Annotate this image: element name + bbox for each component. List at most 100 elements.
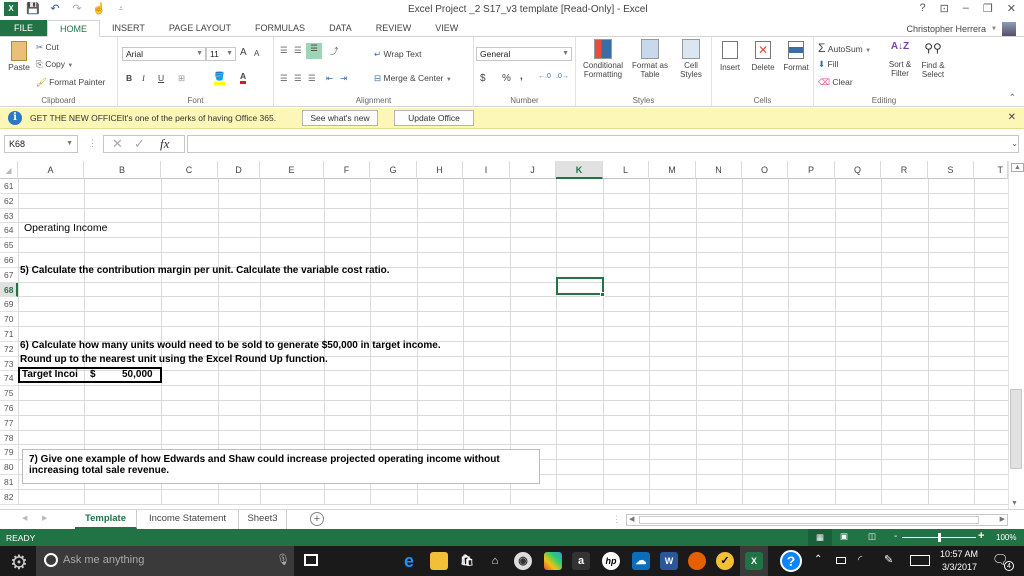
normal-view-button[interactable]: ▦ xyxy=(808,529,832,546)
number-format-select[interactable]: General ▼ xyxy=(476,47,572,61)
column-header-l[interactable]: L xyxy=(603,161,649,179)
row-header-62[interactable]: 62 xyxy=(0,194,18,209)
tab-review[interactable]: REVIEW xyxy=(364,20,424,36)
increase-indent-button[interactable]: ⇥ xyxy=(340,73,347,84)
close-icon[interactable]: ✕ xyxy=(1007,2,1016,15)
insert-cells-button[interactable]: Insert xyxy=(714,41,746,72)
expand-formula-bar-icon[interactable]: ⌄ xyxy=(1011,139,1018,148)
format-painter-button[interactable]: 🖌 Format Painter xyxy=(36,77,105,88)
percent-button[interactable]: % xyxy=(502,73,511,84)
restore-icon[interactable]: ❐ xyxy=(983,2,993,15)
microphone-icon[interactable]: 🎙 xyxy=(276,553,290,566)
scroll-sheets-left-icon[interactable]: ◀ xyxy=(22,514,27,522)
worksheet-grid[interactable]: 61 62 63 64 65 66 67 68 69 70 71 72 73 74 75 76 77 78 79 80… xyxy=(0,179,1008,505)
scroll-up-icon[interactable]: ▲ xyxy=(1011,163,1024,172)
decrease-indent-button[interactable]: ⇤ xyxy=(326,73,333,84)
cancel-icon[interactable]: ✕ xyxy=(112,136,123,152)
tab-splitter[interactable]: ⋮ xyxy=(612,514,621,525)
bold-button[interactable]: B xyxy=(126,73,132,83)
merge-center-button[interactable]: ⊟ Merge & Center ▼ xyxy=(374,73,452,84)
avatar[interactable] xyxy=(1002,21,1016,36)
zoom-slider-thumb[interactable] xyxy=(938,533,941,542)
touch-mode-icon[interactable]: ☝ xyxy=(92,2,106,16)
column-header-d[interactable]: D xyxy=(218,161,260,179)
align-center-button[interactable]: ☰ xyxy=(294,73,302,84)
currency-button[interactable]: $ xyxy=(480,73,486,84)
keyboard-icon[interactable] xyxy=(910,555,930,566)
column-header-m[interactable]: M xyxy=(649,161,696,179)
row-header-73[interactable]: 73 xyxy=(0,357,18,372)
tab-home[interactable]: HOME xyxy=(47,20,101,37)
tab-formulas[interactable]: FORMULAS xyxy=(243,20,317,36)
clock-time[interactable]: 10:57 AM xyxy=(940,549,978,559)
scroll-right-icon[interactable]: ▶ xyxy=(1000,515,1005,523)
settings-gear-icon[interactable]: ⚙ xyxy=(10,550,28,575)
undo-icon[interactable]: ↶ xyxy=(48,2,62,16)
conditional-formatting-button[interactable]: Conditional Formatting xyxy=(580,39,626,79)
scroll-left-icon[interactable]: ◀ xyxy=(629,515,634,523)
row-header-61[interactable]: 61 xyxy=(0,179,18,194)
clear-button[interactable]: ⌫ Clear xyxy=(818,77,853,88)
row-header-79[interactable]: 79 xyxy=(0,445,18,461)
minimize-icon[interactable]: – xyxy=(963,2,969,15)
sheet-tab-sheet3[interactable]: Sheet3 xyxy=(239,510,287,529)
autosum-button[interactable]: Σ AutoSum ▼ xyxy=(818,41,871,55)
scroll-down-icon[interactable]: ▼ xyxy=(1011,500,1018,507)
tab-file[interactable]: FILE xyxy=(0,20,48,36)
close-icon[interactable]: ✕ xyxy=(1008,112,1016,123)
delete-cells-button[interactable]: ✕ Delete xyxy=(746,41,780,72)
selected-cell-k68[interactable] xyxy=(556,277,604,295)
row-header-66[interactable]: 66 xyxy=(0,253,18,268)
show-hidden-icons[interactable]: ⌃ xyxy=(814,554,822,565)
format-as-table-button[interactable]: Format as Table xyxy=(630,39,670,79)
tab-view[interactable]: VIEW xyxy=(423,20,470,36)
norton-icon[interactable]: ✓ xyxy=(716,552,734,570)
help-app-icon[interactable]: ? xyxy=(780,550,802,572)
cell-styles-button[interactable]: Cell Styles xyxy=(674,39,708,79)
wifi-icon[interactable]: ◜ xyxy=(858,553,862,566)
column-header-n[interactable]: N xyxy=(696,161,742,179)
pen-icon[interactable]: ✎ xyxy=(884,553,893,566)
row-header-71[interactable]: 71 xyxy=(0,327,18,342)
store-icon[interactable]: 🛍 xyxy=(458,552,476,570)
customize-qat-icon[interactable]: ⩡ xyxy=(114,2,128,16)
tab-page-layout[interactable]: PAGE LAYOUT xyxy=(157,20,243,36)
align-right-button[interactable]: ☰ xyxy=(308,73,316,84)
borders-button[interactable]: ⊞ xyxy=(178,73,185,84)
italic-button[interactable]: I xyxy=(142,73,145,83)
cell-a67[interactable]: 5) Calculate the contribution margin per… xyxy=(20,265,390,276)
edge-browser-icon[interactable]: e xyxy=(400,552,418,570)
photo-app-icon[interactable] xyxy=(544,552,562,570)
word-icon[interactable]: W xyxy=(660,552,678,570)
cortana-search[interactable]: Ask me anything 🎙 xyxy=(36,546,294,576)
align-top-button[interactable]: ☰ xyxy=(280,45,288,56)
column-header-c[interactable]: C xyxy=(161,161,218,179)
column-header-k[interactable]: K xyxy=(556,161,603,179)
row-header-82[interactable]: 82 xyxy=(0,490,18,505)
formula-input[interactable] xyxy=(187,135,1019,153)
copy-button[interactable]: ⎘ Copy ▼ xyxy=(36,59,73,70)
row-header-64[interactable]: 64 xyxy=(0,223,18,239)
decrease-decimal-button[interactable]: .0→ xyxy=(556,73,569,80)
home-icon[interactable]: ⌂ xyxy=(486,552,504,570)
row-header-77[interactable]: 77 xyxy=(0,416,18,431)
cell-a72[interactable]: 6) Calculate how many units would need t… xyxy=(20,340,441,351)
font-color-button[interactable]: A xyxy=(240,71,247,84)
column-header-r[interactable]: R xyxy=(881,161,928,179)
font-name-select[interactable]: Arial ▼ xyxy=(122,47,206,61)
horizontal-scroll-thumb[interactable] xyxy=(639,516,979,524)
paste-button[interactable]: Paste xyxy=(6,41,32,83)
align-middle-button[interactable]: ☰ xyxy=(294,45,302,56)
page-layout-view-button[interactable]: ▣ xyxy=(840,531,848,542)
tab-insert[interactable]: INSERT xyxy=(100,20,157,36)
horizontal-scrollbar[interactable]: ◀ ▶ xyxy=(626,514,1008,526)
cell-a73[interactable]: Round up to the nearest unit using the E… xyxy=(20,354,328,365)
excel-taskbar-button[interactable]: X xyxy=(740,546,768,576)
row-header-74[interactable]: 74 xyxy=(0,371,18,387)
grow-font-button[interactable]: A xyxy=(240,47,247,58)
column-header-e[interactable]: E xyxy=(260,161,324,179)
tab-data[interactable]: DATA xyxy=(317,20,364,36)
cut-button[interactable]: ✂ Cut xyxy=(36,42,59,53)
find-select-button[interactable]: ⚲⚲ Find & Select xyxy=(916,41,950,79)
row-header-76[interactable]: 76 xyxy=(0,401,18,416)
